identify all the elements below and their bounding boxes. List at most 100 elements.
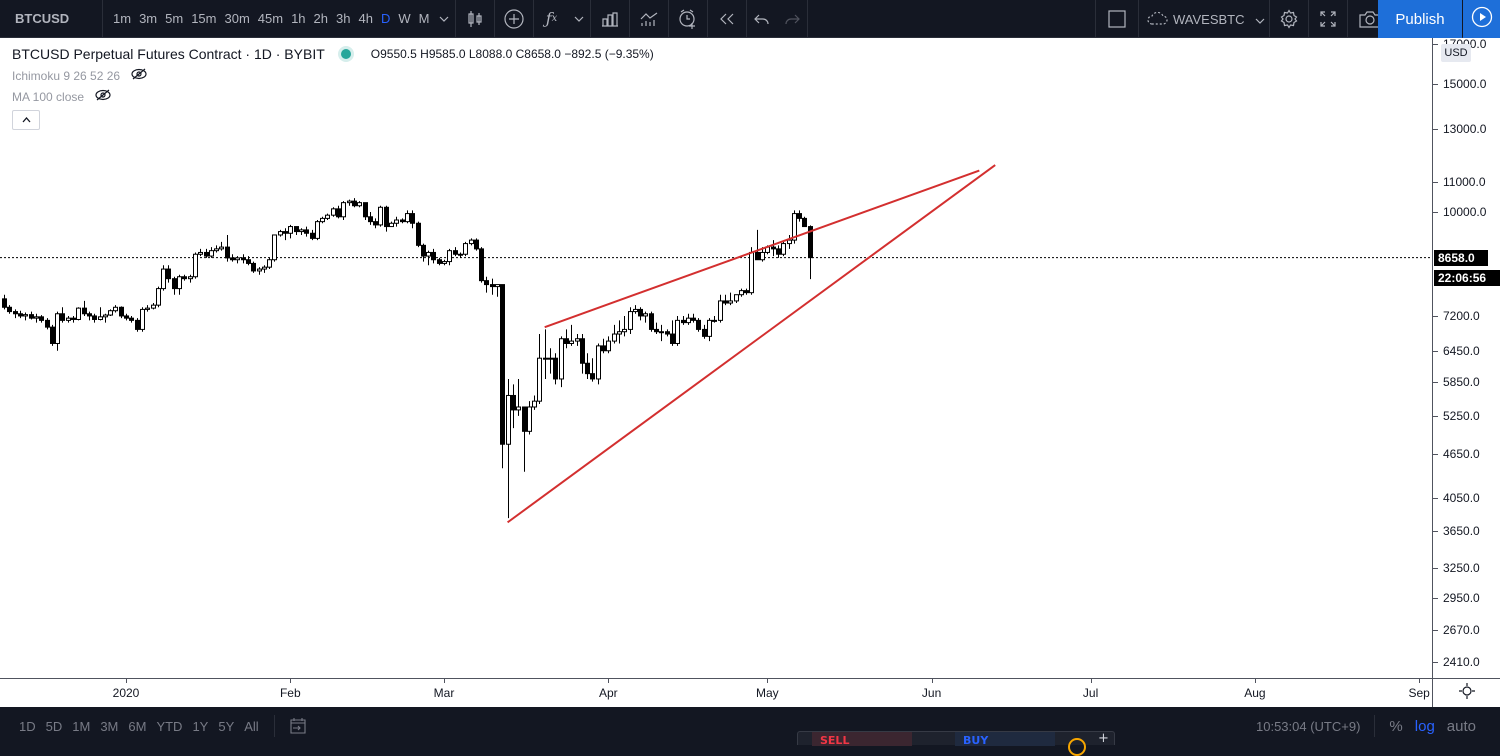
interval-30m[interactable]: 30m: [220, 11, 253, 26]
candle-body-down: [304, 229, 309, 234]
range-1Y[interactable]: 1Y: [187, 719, 213, 734]
candle: [479, 247, 484, 283]
financials-icon[interactable]: [591, 0, 629, 38]
undo-icon[interactable]: [747, 0, 777, 38]
collapse-legend-button[interactable]: [12, 110, 40, 130]
candle-body-up: [622, 328, 627, 333]
percent-scale-toggle[interactable]: %: [1389, 718, 1402, 735]
chevron-down-icon: [1255, 12, 1265, 27]
candle: [622, 315, 627, 337]
candle: [649, 311, 654, 332]
interval-W[interactable]: W: [394, 11, 414, 26]
replay-icon[interactable]: [708, 0, 746, 38]
add-compare-icon[interactable]: [495, 0, 533, 38]
candle: [416, 221, 421, 248]
candle: [437, 257, 442, 266]
hidden-eye-icon[interactable]: [94, 89, 112, 104]
log-scale-toggle[interactable]: log: [1415, 718, 1435, 735]
interval-45m[interactable]: 45m: [254, 11, 287, 26]
time-tick-mark: [931, 679, 933, 683]
price-axis[interactable]: 17000.015000.013000.011000.010000.07200.…: [1432, 37, 1500, 678]
price-tick-mark: [1433, 128, 1438, 130]
symbol-search-button[interactable]: BTCUSD: [0, 0, 103, 38]
order-icon[interactable]: [1068, 738, 1086, 756]
interval-3m[interactable]: 3m: [135, 11, 161, 26]
candle-body-down: [416, 222, 421, 246]
price-tick-label: 3650.0: [1443, 523, 1480, 538]
auto-scale-toggle[interactable]: auto: [1447, 718, 1476, 735]
range-3M[interactable]: 3M: [95, 719, 123, 734]
indicators-icon[interactable]: ƒx: [534, 0, 568, 38]
buy-button[interactable]: BUY: [955, 732, 1055, 746]
candle-body-up: [188, 276, 193, 280]
interval-5m[interactable]: 5m: [161, 11, 187, 26]
candle: [87, 311, 92, 321]
indicator-ichimoku[interactable]: Ichimoku 9 26 52 26: [12, 68, 654, 83]
candle: [129, 315, 134, 323]
range-6M[interactable]: 6M: [123, 719, 151, 734]
candlestick-chart[interactable]: [0, 38, 1432, 678]
fullscreen-icon[interactable]: [1309, 0, 1347, 38]
alert-icon[interactable]: [669, 0, 707, 38]
interval-15m[interactable]: 15m: [187, 11, 220, 26]
interval-4h[interactable]: 4h: [354, 11, 376, 26]
chart-pane[interactable]: [0, 38, 1432, 678]
market-status-dot[interactable]: [340, 49, 351, 59]
series-title[interactable]: BTCUSD Perpetual Futures Contract · 1D ·…: [12, 46, 325, 62]
publish-button[interactable]: Publish: [1378, 0, 1462, 38]
range-5Y[interactable]: 5Y: [213, 719, 239, 734]
range-5D[interactable]: 5D: [41, 719, 68, 734]
range-All[interactable]: All: [239, 719, 263, 734]
candle-body-up: [161, 268, 166, 290]
interval-2h[interactable]: 2h: [310, 11, 332, 26]
candle: [490, 278, 495, 295]
candle-body-up: [113, 306, 118, 312]
price-tick-label: 13000.0: [1443, 121, 1487, 136]
range-YTD[interactable]: YTD: [151, 719, 187, 734]
candle: [188, 274, 193, 283]
candle: [537, 334, 542, 405]
goto-date-icon[interactable]: [289, 717, 307, 735]
time-tick-label: May: [755, 686, 779, 700]
sell-button[interactable]: SELL: [812, 732, 912, 746]
chevron-down-icon[interactable]: [433, 0, 455, 38]
add-order-button[interactable]: +: [1098, 731, 1109, 746]
candle-body-down: [246, 259, 251, 264]
candle-body-up: [320, 217, 325, 223]
currency-badge[interactable]: USD: [1441, 44, 1471, 62]
redo-icon[interactable]: [777, 0, 807, 38]
chart-settings-corner[interactable]: [1432, 678, 1500, 707]
interval-1m[interactable]: 1m: [109, 11, 135, 26]
candle: [336, 205, 341, 219]
candle-body-up: [219, 246, 224, 250]
candles-icon[interactable]: [456, 0, 494, 38]
candle: [728, 292, 733, 306]
compare-symbol-button[interactable]: WAVESBTC: [1139, 0, 1269, 38]
candle: [781, 241, 786, 257]
time-axis[interactable]: 2020 Feb Mar Apr May Jun Jul Aug Sep: [0, 678, 1432, 707]
templates-icon[interactable]: [630, 0, 668, 38]
hidden-eye-icon[interactable]: [130, 68, 148, 83]
interval-D[interactable]: D: [377, 11, 394, 26]
chevron-down-icon[interactable]: [568, 0, 590, 38]
trendline-upper-wedge: [544, 169, 980, 329]
candle: [198, 248, 203, 257]
candle: [304, 226, 309, 237]
candle: [13, 309, 18, 319]
indicator-ma[interactable]: MA 100 close: [12, 89, 654, 104]
interval-3h[interactable]: 3h: [332, 11, 354, 26]
clock-label[interactable]: 10:53:04 (UTC+9): [1256, 719, 1360, 734]
play-button[interactable]: [1463, 0, 1500, 38]
range-1M[interactable]: 1M: [67, 719, 95, 734]
settings-icon[interactable]: [1270, 0, 1308, 38]
layout-icon[interactable]: [1096, 0, 1138, 38]
candle-body-up: [394, 219, 399, 224]
range-1D[interactable]: 1D: [14, 719, 41, 734]
candle: [601, 338, 606, 354]
interval-1h[interactable]: 1h: [287, 11, 309, 26]
interval-M[interactable]: M: [415, 11, 434, 26]
candle-body-up: [728, 300, 733, 304]
bottom-toolbar: 1D 5D 1M 3M 6M YTD 1Y 5Y All 10:53:04 (UTC+9) % …: [0, 707, 1500, 745]
candle: [225, 234, 230, 262]
candle-body-down: [294, 226, 299, 233]
